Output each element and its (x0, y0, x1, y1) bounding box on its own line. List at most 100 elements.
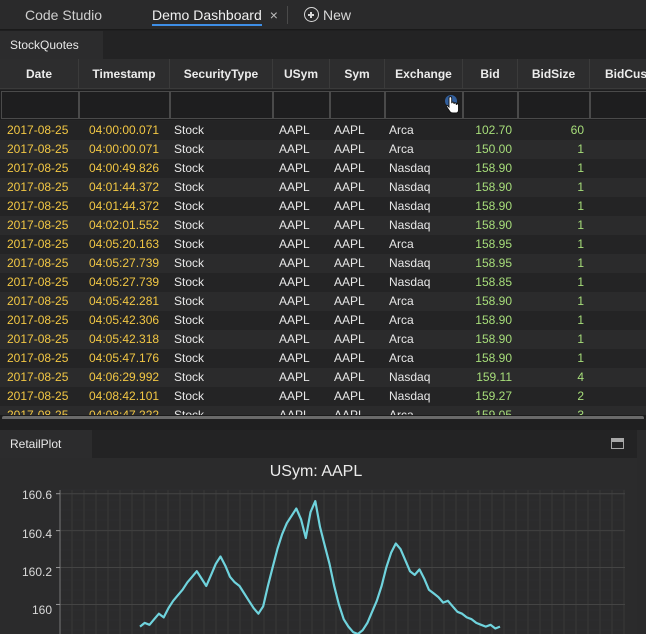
cell-exchange: Nasdaq (389, 256, 431, 270)
column-header-usym[interactable]: USym (273, 59, 330, 89)
table-row[interactable]: 2017-08-25 04:00:49.826 Stock AAPL AAPL Nasda… (0, 159, 646, 178)
filter-input-timestamp[interactable] (79, 91, 170, 119)
cell-bid: 159.11 (476, 370, 512, 384)
cell-securitytype: Stock (174, 332, 205, 346)
table-row[interactable]: 2017-08-25 04:06:29.992 Stock AAPL AAPL Nasda… (0, 368, 646, 387)
cell-securitytype: Stock (174, 256, 205, 270)
horizontal-scrollbar[interactable] (0, 415, 646, 419)
hand-cursor-icon (445, 95, 459, 114)
table-row[interactable]: 2017-08-25 04:00:00.071 Stock AAPL AAPL Arca 1… (0, 140, 646, 159)
grid-header: Date Timestamp SecurityType USym Sym Exc… (0, 59, 646, 89)
cell-exchange: Arca (389, 294, 414, 308)
line-chart[interactable] (0, 458, 637, 634)
cell-securitytype: Stock (174, 180, 205, 194)
cell-date: 2017-08-25 (7, 275, 69, 289)
filter-input-bid[interactable] (463, 91, 518, 119)
cell-timestamp: 04:01:44.372 (89, 180, 160, 194)
column-header-sym[interactable]: Sym (330, 59, 385, 89)
new-tab-label: New (323, 7, 352, 23)
cell-sym: AAPL (334, 199, 365, 213)
table-row[interactable]: 2017-08-25 04:00:00.071 Stock AAPL AAPL Arca 1… (0, 121, 646, 140)
cell-timestamp: 04:06:29.992 (89, 370, 160, 384)
cell-bidsize: 1 (577, 199, 584, 213)
panel-title: RetailPlot (10, 437, 62, 451)
cell-sym: AAPL (334, 237, 365, 251)
table-row[interactable]: 2017-08-25 04:01:44.372 Stock AAPL AAPL Nasda… (0, 197, 646, 216)
cell-securitytype: Stock (174, 313, 205, 327)
table-row[interactable]: 2017-08-25 04:05:27.739 Stock AAPL AAPL Nasda… (0, 273, 646, 292)
cell-timestamp: 04:05:42.318 (89, 332, 160, 346)
tab-label: Code Studio (25, 7, 103, 23)
cell-sym: AAPL (334, 294, 365, 308)
filter-input-securitytype[interactable] (170, 91, 273, 119)
column-header-bidcust[interactable]: BidCust (590, 59, 646, 89)
cell-exchange: Arca (389, 237, 414, 251)
table-row[interactable]: 2017-08-25 04:05:42.281 Stock AAPL AAPL Arca 1… (0, 292, 646, 311)
cell-sym: AAPL (334, 332, 365, 346)
cell-usym: AAPL (279, 389, 310, 403)
column-header-bid[interactable]: Bid (463, 59, 518, 89)
plus-circle-icon (304, 7, 319, 22)
table-row[interactable]: 2017-08-25 04:01:44.372 Stock AAPL AAPL Nasda… (0, 178, 646, 197)
cell-sym: AAPL (334, 313, 365, 327)
cell-bidsize: 1 (577, 332, 584, 346)
close-icon[interactable]: × (270, 7, 278, 23)
tab-demo-dashboard[interactable]: Demo Dashboard × (152, 0, 278, 30)
cell-bid: 158.90 (475, 313, 512, 327)
cell-bid: 158.90 (475, 294, 512, 308)
cell-timestamp: 04:00:00.071 (89, 123, 160, 137)
tab-code-studio[interactable]: Code Studio (25, 0, 102, 30)
cell-bid: 150.00 (475, 142, 512, 156)
cell-date: 2017-08-25 (7, 313, 69, 327)
filter-input-date[interactable] (1, 91, 79, 119)
table-row[interactable]: 2017-08-25 04:05:27.739 Stock AAPL AAPL Nasda… (0, 254, 646, 273)
cell-usym: AAPL (279, 370, 310, 384)
cell-timestamp: 04:05:27.739 (89, 275, 160, 289)
table-row[interactable]: 2017-08-25 04:05:20.163 Stock AAPL AAPL Arca 1… (0, 235, 646, 254)
filter-input-sym[interactable] (330, 91, 385, 119)
panel-tab-retailplot[interactable]: RetailPlot (0, 430, 92, 458)
cell-securitytype: Stock (174, 123, 205, 137)
cell-timestamp: 04:05:47.176 (89, 351, 160, 365)
column-header-date[interactable]: Date (0, 59, 79, 89)
cell-date: 2017-08-25 (7, 180, 69, 194)
cell-bidsize: 60 (570, 123, 584, 137)
cell-bidsize: 1 (577, 313, 584, 327)
cell-usym: AAPL (279, 275, 310, 289)
cell-date: 2017-08-25 (7, 370, 69, 384)
cell-date: 2017-08-25 (7, 332, 69, 346)
column-header-bidsize[interactable]: BidSize (518, 59, 590, 89)
cell-exchange: Nasdaq (389, 199, 431, 213)
filter-input-bidcust[interactable] (590, 91, 646, 119)
cell-bidsize: 4 (577, 370, 584, 384)
cell-usym: AAPL (279, 123, 310, 137)
cell-bid: 158.90 (475, 332, 512, 346)
cell-usym: AAPL (279, 351, 310, 365)
cell-bidsize: 2 (577, 389, 584, 403)
cell-securitytype: Stock (174, 294, 205, 308)
column-header-timestamp[interactable]: Timestamp (79, 59, 170, 89)
table-row[interactable]: 2017-08-25 04:08:42.101 Stock AAPL AAPL Nasda… (0, 387, 646, 406)
cell-date: 2017-08-25 (7, 199, 69, 213)
cell-date: 2017-08-25 (7, 294, 69, 308)
cell-exchange: Arca (389, 351, 414, 365)
table-row[interactable]: 2017-08-25 04:05:47.176 Stock AAPL AAPL Arca 1… (0, 349, 646, 368)
plot-area: USym: AAPL 160.6 160.4 160.2 160 (0, 458, 637, 634)
panel-tab-bar-fill (103, 31, 646, 59)
scrollbar-thumb[interactable] (2, 416, 644, 419)
filter-input-bidsize[interactable] (518, 91, 590, 119)
table-row[interactable]: 2017-08-25 04:05:42.318 Stock AAPL AAPL Arca 1… (0, 330, 646, 349)
plot-panel-tab-bar (0, 430, 646, 458)
new-tab-button[interactable]: New (304, 0, 351, 30)
filter-input-usym[interactable] (273, 91, 330, 119)
table-row[interactable]: 2017-08-25 04:05:42.306 Stock AAPL AAPL Arca 1… (0, 311, 646, 330)
cell-sym: AAPL (334, 161, 365, 175)
panel-title: StockQuotes (10, 38, 79, 52)
cell-timestamp: 04:05:42.281 (89, 294, 160, 308)
maximize-icon[interactable] (611, 438, 624, 449)
table-row[interactable]: 2017-08-25 04:02:01.552 Stock AAPL AAPL Nasda… (0, 216, 646, 235)
cell-usym: AAPL (279, 313, 310, 327)
column-header-securitytype[interactable]: SecurityType (170, 59, 273, 89)
panel-tab-stockquotes[interactable]: StockQuotes (0, 31, 103, 59)
column-header-exchange[interactable]: Exchange (385, 59, 463, 89)
